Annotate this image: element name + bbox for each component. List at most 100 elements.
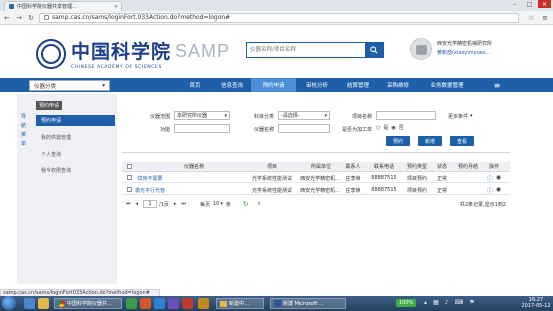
chevron-down-icon: ▾ [470, 113, 473, 119]
user-name[interactable]: 黄新喆(xiaoyimyues... [437, 49, 490, 56]
tray-icon[interactable]: ▴ [424, 299, 427, 306]
menu-reservation[interactable]: 预约申请 [251, 78, 296, 92]
taskbar-chrome-label: 中国科学院仪器共… [67, 301, 113, 307]
page-info-icon [44, 15, 49, 20]
info-icon[interactable]: ⓘ [487, 174, 493, 183]
menu-audit[interactable]: 审核分析 [296, 78, 338, 92]
chevron-down-icon: ▾ [324, 112, 327, 119]
label-project: 项目名称 [351, 114, 372, 120]
more-conditions-label: 更多条件 [448, 114, 469, 120]
sidebar-item-supply[interactable]: 我的供需管理 [36, 132, 115, 143]
browser-tab[interactable]: 中国科学院仪器共享管理… ✕ [4, 1, 122, 11]
chevron-down-icon: ▾ [224, 112, 227, 119]
next-page-icon[interactable]: ▸ [174, 201, 177, 207]
range-select[interactable]: 本研究所仪器 ▾ [174, 111, 230, 120]
sidebar-item-reserve[interactable]: 预约申请 [36, 115, 115, 126]
reload-icon[interactable]: ↻ [27, 14, 35, 22]
star-icon[interactable]: ☆ [527, 14, 535, 22]
first-page-icon[interactable]: ⏮ [126, 201, 131, 207]
menu-purchase[interactable]: 采购维修 [378, 78, 418, 92]
close-window-icon[interactable]: ✕ [538, 0, 551, 8]
address-bar[interactable]: samp.cas.cn/sams/loginFort.033Action.do?… [39, 12, 519, 23]
select-all-checkbox[interactable] [127, 164, 132, 169]
hamburger-icon[interactable]: ≡ [488, 78, 506, 92]
category-select[interactable]: 仪器分类 ▾ [29, 80, 110, 91]
radio-no-label: 否 [398, 125, 404, 131]
ie-icon[interactable] [24, 298, 35, 309]
pagination: ⏮ ◂ 1 /1页 ▸ ⏭ 每页 10 ▾ 条 ↻ ⇪ 共2条记录,显示1到2 [122, 198, 510, 210]
forward-icon[interactable]: → [15, 14, 23, 22]
prev-page-icon[interactable]: ◂ [136, 201, 139, 207]
category-filter-select[interactable]: -请选择- ▾ [278, 111, 330, 120]
cell-unit: 西安光学精密机... [300, 188, 340, 194]
sidebar-item-personal[interactable]: 个人查询 [36, 149, 115, 160]
vertical-tab-char: 菜 [20, 132, 26, 138]
start-button[interactable] [2, 296, 16, 310]
close-tab-icon[interactable]: ✕ [114, 4, 121, 10]
page-input[interactable]: 1 [143, 200, 158, 208]
folder-icon[interactable] [38, 298, 49, 309]
app-icon[interactable] [168, 298, 179, 309]
per-page-select[interactable]: 10 ▾ [213, 201, 223, 207]
info-icon[interactable]: ⓘ [487, 186, 493, 195]
cell-contact: 庄李焕 [345, 176, 361, 182]
zoom-badge[interactable]: 100% [396, 299, 416, 307]
cell-status: 正常 [436, 188, 447, 194]
menu-business-data[interactable]: 业务数据管理 [418, 78, 476, 92]
volume-icon[interactable]: ♪ [445, 299, 449, 306]
col-action: 操作 [488, 164, 499, 170]
cell-phone: 88887515 [371, 187, 397, 193]
view-button[interactable]: 查看 [450, 136, 474, 146]
export-icon[interactable]: ⇪ [257, 201, 261, 207]
add-button[interactable]: 新增 [418, 136, 442, 146]
network-icon[interactable]: ▦ [433, 299, 439, 306]
app-icon[interactable] [182, 298, 193, 309]
cas-logo[interactable]: 中国科学院 CHINESE ACADEMY OF SCIENCES [36, 37, 171, 70]
menu-info-query[interactable]: 信息查询 [213, 78, 251, 92]
keyboard-icon[interactable]: ⌨ [455, 299, 464, 306]
chevron-down-icon: ▾ [220, 201, 223, 207]
reserved-radio-group: ○ 是 ◉ 否 [376, 124, 404, 132]
avatar[interactable] [410, 38, 432, 60]
flag-icon[interactable]: ⚑ [469, 299, 474, 306]
project-input[interactable] [376, 111, 436, 120]
instrument-input[interactable] [278, 124, 330, 133]
app-icon[interactable] [198, 298, 209, 309]
app-icon[interactable] [126, 298, 137, 309]
view-icon[interactable]: ◉ [496, 186, 501, 195]
total-pages: /1页 [159, 201, 169, 208]
reserve-button[interactable]: 预约 [386, 136, 410, 146]
minimize-icon[interactable]: – [508, 0, 521, 8]
cell-status: 正常 [436, 176, 447, 182]
more-conditions[interactable]: 更多条件 ▾ [448, 113, 473, 120]
back-icon[interactable]: ← [3, 14, 11, 22]
radio-no[interactable]: ◉ [391, 125, 395, 131]
taskbar-word[interactable]: 新建 Microsoft … [270, 298, 346, 309]
taskbar-chrome[interactable]: 中国科学院仪器共… [54, 298, 122, 309]
search-button[interactable] [365, 43, 383, 57]
refresh-icon[interactable]: ↻ [243, 200, 249, 208]
app-icon[interactable] [140, 298, 151, 309]
maximize-icon[interactable]: □ [523, 0, 536, 8]
col-monthly: 预约月结 [457, 164, 478, 170]
label-reserved: 是否为加工单 [341, 127, 372, 133]
sidebar-vertical-tab[interactable]: 导 航 菜 单 [17, 113, 30, 163]
logo-english: CHINESE ACADEMY OF SCIENCES [71, 65, 162, 70]
divider [122, 152, 510, 153]
taskbar-folder-label: 新建中… [229, 301, 250, 307]
cell-instrument-link[interactable]: 纹身不需要 [128, 175, 172, 182]
menu-settlement[interactable]: 结算管理 [338, 78, 378, 92]
clock[interactable]: 16:27 2017-05-12 [520, 297, 552, 309]
function-input[interactable] [174, 124, 230, 133]
cell-contact: 庄李焕 [345, 188, 361, 194]
cell-instrument-link[interactable]: 激光平行光管 [128, 187, 172, 194]
search-input[interactable] [247, 43, 365, 57]
view-icon[interactable]: ◉ [496, 174, 501, 183]
last-page-icon[interactable]: ⏭ [181, 201, 186, 207]
taskbar-folder[interactable]: 新建中… [216, 298, 264, 309]
sidebar-item-permission[interactable]: 我今权限查询 [36, 165, 115, 176]
app-icon[interactable] [154, 298, 165, 309]
radio-yes[interactable]: ○ [376, 125, 380, 131]
menu-home[interactable]: 首页 [177, 78, 213, 92]
menu-icon[interactable]: ≡ [541, 14, 549, 22]
